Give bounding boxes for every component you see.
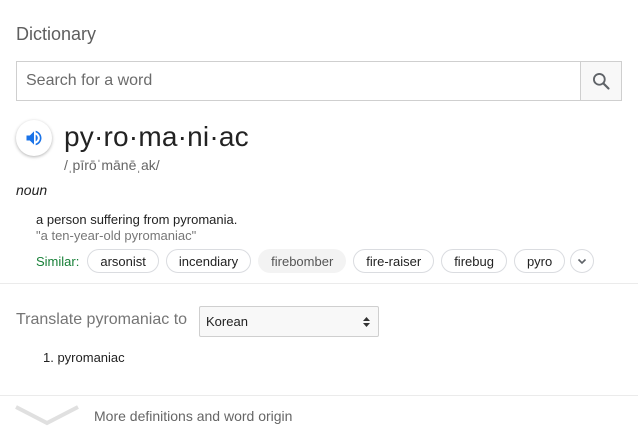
language-select[interactable]: Korean (199, 306, 379, 337)
search-button[interactable] (580, 62, 621, 100)
chevron-down-icon (578, 258, 587, 265)
phonetic-spelling: /ˌpīrōˈmānēˌak/ (64, 157, 160, 173)
chevron-down-icon (15, 405, 79, 426)
similar-chip-firebug[interactable]: firebug (441, 249, 507, 273)
similar-chip-arsonist[interactable]: arsonist (87, 249, 159, 273)
speaker-icon (26, 130, 42, 146)
similar-chip-firebomber[interactable]: firebomber (258, 249, 347, 273)
search-input[interactable] (17, 62, 580, 100)
section-divider (0, 283, 638, 284)
similar-words-row: Similar: arsonist incendiary firebomber … (36, 249, 595, 273)
more-definitions-label: More definitions and word origin (94, 408, 293, 424)
definition-example: "a ten-year-old pyromaniac" (36, 228, 197, 243)
search-box (16, 61, 622, 101)
search-icon (593, 73, 610, 90)
expand-similar-button[interactable] (570, 249, 595, 273)
pronunciation-audio-button[interactable] (16, 120, 52, 156)
definition-text: a person suffering from pyromania. (36, 212, 238, 227)
select-arrows-icon (363, 317, 370, 327)
part-of-speech: noun (16, 182, 48, 198)
similar-chip-pyro[interactable]: pyro (513, 249, 566, 273)
translation-result: 1. pyromaniac (43, 350, 125, 365)
headword: py·ro·ma·ni·ac (64, 121, 249, 152)
dictionary-title: Dictionary (16, 24, 97, 44)
similar-chip-incendiary[interactable]: incendiary (165, 249, 252, 273)
language-select-value: Korean (206, 314, 248, 329)
more-definitions-link[interactable]: More definitions and word origin (0, 396, 638, 436)
similar-label: Similar: (36, 253, 80, 269)
translate-label: Translate pyromaniac to (16, 311, 188, 328)
similar-chip-fire-raiser[interactable]: fire-raiser (353, 249, 435, 273)
